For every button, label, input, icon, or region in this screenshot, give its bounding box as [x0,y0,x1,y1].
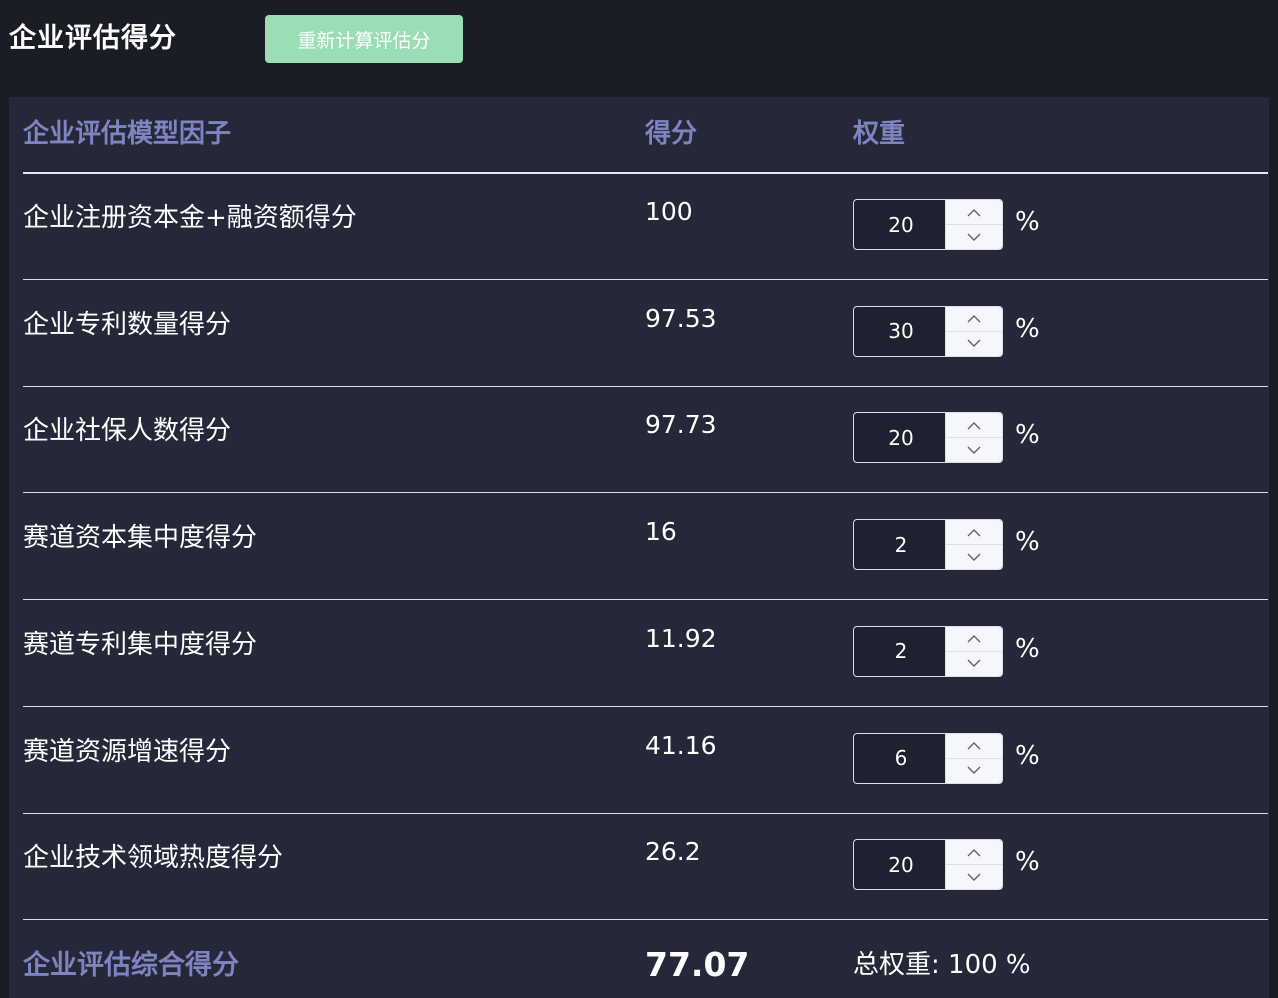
factor-name: 企业社保人数得分 [23,416,232,447]
increase-weight-button[interactable] [946,307,1002,332]
composite-score-label: 企业评估综合得分 [23,950,239,981]
factor-score: 11.92 [645,623,717,653]
percent-sign: % [1015,527,1040,558]
factor-name: 企业注册资本金+融资额得分 [23,203,357,233]
increase-weight-button[interactable] [946,413,1002,439]
chevron-down-icon [967,659,981,668]
top-bar: 企业评估得分 重新计算评估分 [0,0,1278,97]
percent-sign: % [1015,207,1040,237]
weight-input[interactable]: 6 [854,734,948,783]
table-row: 赛道资本集中度得分 16 2% [23,493,1268,601]
chevron-down-icon [967,553,981,562]
chevron-up-icon [967,421,981,430]
table-header: 企业评估模型因子 得分 权重 [23,97,1268,174]
header-weight: 权重 [853,119,906,149]
chevron-down-icon [967,233,981,242]
chevron-up-icon [967,208,981,217]
table-row: 企业注册资本金+融资额得分 100 20% [23,173,1268,280]
weight-stepper: 30 [853,305,1003,357]
decrease-weight-button[interactable] [946,438,1002,462]
factor-score: 16 [645,517,677,547]
increase-weight-button[interactable] [946,840,1002,866]
increase-weight-button[interactable] [946,734,1002,759]
table-row: 赛道资源增速得分 41.16 6% [23,707,1268,814]
table-row: 赛道专利集中度得分 11.92 2% [23,600,1268,707]
weight-stepper: 20 [853,199,1003,250]
factor-name: 赛道专利集中度得分 [23,629,258,660]
page-title: 企业评估得分 [9,23,177,54]
chevron-down-icon [967,339,981,348]
percent-sign: % [1015,420,1040,451]
decrease-weight-button[interactable] [946,865,1002,889]
factor-name: 赛道资源增速得分 [23,736,232,767]
chevron-down-icon [967,766,981,775]
factor-name: 企业专利数量得分 [23,309,232,340]
percent-sign: % [1015,847,1040,878]
score-table: 企业评估模型因子 得分 权重 企业注册资本金+融资额得分 100 20% 企业专利数量… [9,97,1269,998]
factor-name: 企业技术领域热度得分 [23,843,284,874]
chevron-up-icon [967,741,981,750]
increase-weight-button[interactable] [946,520,1002,546]
stepper-controls [945,200,1002,249]
chevron-up-icon [967,848,981,857]
decrease-weight-button[interactable] [946,332,1002,356]
decrease-weight-button[interactable] [946,545,1002,569]
factor-score: 100 [645,197,693,226]
decrease-weight-button[interactable] [946,652,1002,676]
percent-sign: % [1015,313,1040,344]
weight-input[interactable]: 30 [854,307,948,356]
percent-sign: % [1015,633,1040,664]
weight-stepper: 6 [853,732,1003,784]
weight-input[interactable]: 2 [854,520,948,569]
decrease-weight-button[interactable] [946,225,1002,249]
factor-score: 97.53 [645,303,717,333]
weight-stepper: 2 [853,519,1003,571]
stepper-controls [945,306,1002,356]
header-factor: 企业评估模型因子 [23,119,232,149]
stepper-controls [945,733,1002,783]
weight-input[interactable]: 2 [854,627,948,676]
chevron-down-icon [967,446,981,455]
stepper-controls [945,413,1002,463]
table-row: 企业专利数量得分 97.53 30% [23,280,1268,387]
composite-score-value: 77.07 [645,945,750,984]
chevron-up-icon [967,634,981,643]
total-weight: 总权重: 100 % [853,950,1031,980]
increase-weight-button[interactable] [946,200,1002,225]
header-score: 得分 [645,119,698,149]
decrease-weight-button[interactable] [946,759,1002,783]
weight-stepper: 2 [853,625,1003,677]
stepper-controls [945,520,1002,570]
factor-score: 41.16 [645,730,717,760]
table-footer: 企业评估综合得分 77.07 总权重: 100 % [23,919,1268,998]
chevron-down-icon [967,873,981,882]
chevron-up-icon [967,314,981,323]
weight-stepper: 20 [853,412,1003,464]
table-row: 企业社保人数得分 97.73 20% [23,386,1268,494]
stepper-controls [945,626,1002,676]
weight-input[interactable]: 20 [854,840,948,889]
recalculate-button[interactable]: 重新计算评估分 [265,15,463,63]
weight-input[interactable]: 20 [854,413,948,462]
factor-score: 26.2 [645,837,701,867]
increase-weight-button[interactable] [946,627,1002,652]
factor-score: 97.73 [645,410,717,440]
table-row: 企业技术领域热度得分 26.2 20% [23,813,1268,921]
weight-input[interactable]: 20 [854,200,948,249]
stepper-controls [945,840,1002,890]
factor-name: 赛道资本集中度得分 [23,523,258,554]
percent-sign: % [1015,740,1040,771]
weight-stepper: 20 [853,839,1003,891]
chevron-up-icon [967,528,981,537]
